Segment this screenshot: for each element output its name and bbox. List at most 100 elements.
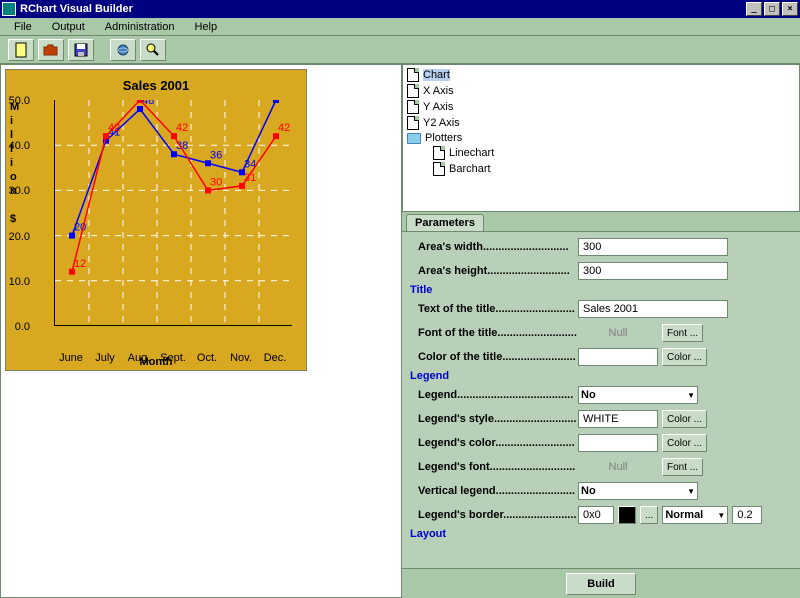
tree-item[interactable]: Linechart xyxy=(405,145,797,161)
legend-style-input[interactable] xyxy=(578,410,658,428)
search-icon xyxy=(146,43,160,57)
area-height-label: Area's height........................... xyxy=(410,265,578,277)
open-button[interactable] xyxy=(38,39,64,61)
chart-preview-panel: Sales 2001 Million $ 0.010.020.030.040.0… xyxy=(0,64,402,598)
svg-text:42: 42 xyxy=(278,122,290,134)
search-button[interactable] xyxy=(140,39,166,61)
menu-output[interactable]: Output xyxy=(42,19,95,35)
title-font-null: Null xyxy=(578,327,658,339)
plot-area: 2041483836345012425042303142 xyxy=(54,100,292,326)
legend-style-label: Legend's style..........................… xyxy=(410,413,578,425)
y-tick-label: 40.0 xyxy=(8,140,30,152)
browser-button[interactable] xyxy=(110,39,136,61)
new-button[interactable] xyxy=(8,39,34,61)
title-color-button[interactable]: Color ... xyxy=(662,348,707,366)
new-icon xyxy=(14,42,28,58)
tree-item[interactable]: Plotters xyxy=(405,131,797,145)
svg-text:36: 36 xyxy=(210,149,222,161)
title-font-button[interactable]: Font ... xyxy=(662,324,703,342)
title-color-label: Color of the title......................… xyxy=(410,351,578,363)
toolbar xyxy=(0,36,800,64)
close-button[interactable]: × xyxy=(782,2,798,16)
y-tick-label: 30.0 xyxy=(8,185,30,197)
page-icon xyxy=(407,100,419,114)
title-text-input[interactable] xyxy=(578,300,728,318)
parameters-panel[interactable]: Area's width............................… xyxy=(402,232,800,568)
tab-header: Parameters xyxy=(402,212,800,232)
tree-item[interactable]: Barchart xyxy=(405,161,797,177)
chevron-down-icon: ▼ xyxy=(717,511,725,520)
page-icon xyxy=(407,116,419,130)
browser-icon xyxy=(116,43,130,57)
tree-item[interactable]: Y Axis xyxy=(405,99,797,115)
legend-color-input[interactable] xyxy=(578,434,658,452)
legend-color-button[interactable]: Color ... xyxy=(662,434,707,452)
right-panel: Chart X Axis Y Axis Y2 Axis Plotters Linechar… xyxy=(402,64,800,598)
chart-frame: Sales 2001 Million $ 0.010.020.030.040.0… xyxy=(5,69,307,371)
area-width-label: Area's width............................ xyxy=(410,241,578,253)
legend-font-null: Null xyxy=(578,461,658,473)
build-button[interactable]: Build xyxy=(566,573,636,595)
title-font-label: Font of the title.......................… xyxy=(410,327,578,339)
menu-file[interactable]: File xyxy=(4,19,42,35)
legend-border-label: Legend's border........................ xyxy=(410,509,578,521)
tree-item-label: Linechart xyxy=(449,147,494,159)
minimize-button[interactable]: _ xyxy=(746,2,762,16)
save-icon xyxy=(74,43,88,57)
tree-item-label: Y Axis xyxy=(423,101,453,113)
svg-text:31: 31 xyxy=(244,172,256,184)
tree-item-label: Chart xyxy=(423,69,450,81)
tree-view[interactable]: Chart X Axis Y Axis Y2 Axis Plotters Linechar… xyxy=(402,64,800,212)
tree-item-label: Y2 Axis xyxy=(423,117,460,129)
legend-label: Legend..................................… xyxy=(410,389,578,401)
maximize-button[interactable]: □ xyxy=(764,2,780,16)
legend-select[interactable]: No▼ xyxy=(578,386,698,404)
legend-font-button[interactable]: Font ... xyxy=(662,458,703,476)
window-title: RChart Visual Builder xyxy=(20,3,133,15)
legend-font-label: Legend's font...........................… xyxy=(410,461,578,473)
folder-icon xyxy=(407,133,421,144)
y-tick-label: 20.0 xyxy=(8,231,30,243)
page-icon xyxy=(433,162,445,176)
svg-text:30: 30 xyxy=(210,176,222,188)
legend-border-width-input[interactable] xyxy=(732,506,762,524)
area-width-input[interactable] xyxy=(578,238,728,256)
build-bar: Build xyxy=(402,568,800,598)
title-color-input[interactable] xyxy=(578,348,658,366)
page-icon xyxy=(407,84,419,98)
tab-parameters[interactable]: Parameters xyxy=(406,214,484,231)
page-icon xyxy=(433,146,445,160)
legend-style-color-button[interactable]: Color ... xyxy=(662,410,707,428)
vertical-legend-select[interactable]: No▼ xyxy=(578,482,698,500)
area-height-input[interactable] xyxy=(578,262,728,280)
chevron-down-icon: ▼ xyxy=(687,391,695,400)
y-tick-label: 10.0 xyxy=(8,276,30,288)
title-section: Title xyxy=(410,284,792,296)
legend-border-style-select[interactable]: Normal▼ xyxy=(662,506,728,524)
open-icon xyxy=(43,43,59,57)
save-button[interactable] xyxy=(68,39,94,61)
tree-item-label: Plotters xyxy=(425,132,462,144)
y-axis-label: Million $ xyxy=(10,100,22,226)
vertical-legend-label: Vertical legend.........................… xyxy=(410,485,578,497)
y-tick-label: 50.0 xyxy=(8,95,30,107)
legend-border-color-swatch[interactable] xyxy=(618,506,636,524)
tree-item[interactable]: Y2 Axis xyxy=(405,115,797,131)
layout-section: Layout xyxy=(410,528,792,540)
menu-bar: File Output Administration Help xyxy=(0,18,800,36)
legend-border-input[interactable] xyxy=(578,506,614,524)
x-axis-label: Month xyxy=(6,356,306,368)
tree-item[interactable]: Chart xyxy=(405,67,797,83)
legend-section: Legend xyxy=(410,370,792,382)
app-icon xyxy=(2,2,16,16)
svg-text:42: 42 xyxy=(176,122,188,134)
tree-item-label: X Axis xyxy=(423,85,454,97)
menu-help[interactable]: Help xyxy=(184,19,227,35)
title-bar: RChart Visual Builder _ □ × xyxy=(0,0,800,18)
y-tick-label: 0.0 xyxy=(8,321,30,333)
tree-item[interactable]: X Axis xyxy=(405,83,797,99)
title-text-label: Text of the title.......................… xyxy=(410,303,578,315)
menu-administration[interactable]: Administration xyxy=(95,19,185,35)
legend-border-dots-button[interactable]: ... xyxy=(640,506,658,524)
chevron-down-icon: ▼ xyxy=(687,487,695,496)
